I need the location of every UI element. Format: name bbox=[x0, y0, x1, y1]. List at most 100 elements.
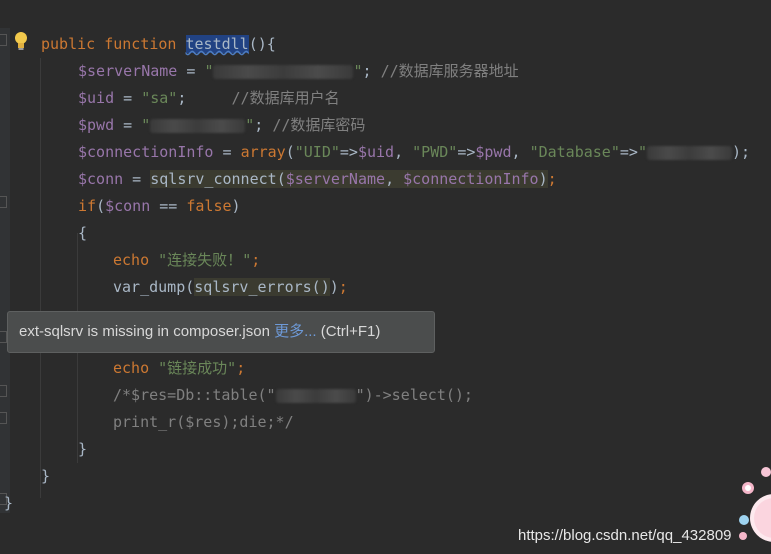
variable: $conn bbox=[105, 197, 151, 215]
code-line[interactable]: echo "连接失败！"; bbox=[113, 247, 260, 274]
keyword: public bbox=[41, 35, 96, 53]
operator: = bbox=[114, 89, 142, 107]
paren: ( bbox=[96, 197, 106, 215]
string-quote: " bbox=[637, 143, 647, 161]
variable: $pwd bbox=[78, 116, 115, 134]
tooltip-more-link[interactable]: 更多... bbox=[274, 323, 317, 340]
fold-marker[interactable] bbox=[0, 331, 7, 343]
paren: (){ bbox=[248, 35, 276, 53]
function-call[interactable]: sqlsrv_errors() bbox=[194, 278, 330, 296]
punct: , bbox=[394, 143, 413, 161]
punct: ; bbox=[251, 251, 261, 269]
string-quote: " bbox=[204, 62, 214, 80]
code-line[interactable]: $serverName = " "; //数据库服务器地址 bbox=[78, 58, 519, 85]
punct: , bbox=[385, 170, 404, 188]
operator: = bbox=[177, 62, 205, 80]
code-line[interactable]: } bbox=[41, 463, 50, 490]
brace: { bbox=[78, 224, 88, 242]
paren: ( bbox=[185, 278, 195, 296]
punct: ; bbox=[338, 278, 348, 296]
code-line[interactable]: $uid = "sa"; //数据库用户名 bbox=[78, 85, 340, 112]
punct: ); bbox=[731, 143, 751, 161]
function-call: array bbox=[240, 143, 286, 161]
punct: ; bbox=[236, 359, 246, 377]
punct: ; bbox=[254, 116, 273, 134]
string: "UID" bbox=[294, 143, 340, 161]
function-call[interactable]: sqlsrv_connect bbox=[150, 170, 276, 188]
inspection-tooltip: ext-sqlsrv is missing in composer.json 更… bbox=[7, 311, 435, 353]
string: "PWD" bbox=[412, 143, 458, 161]
code-editor[interactable]: public function testdll(){ $serverName =… bbox=[10, 28, 771, 554]
comment: //数据库用户名 bbox=[231, 89, 340, 107]
fold-marker[interactable] bbox=[0, 385, 7, 397]
fold-marker[interactable] bbox=[0, 412, 7, 424]
string-quote: " bbox=[353, 62, 363, 80]
string-quote: " bbox=[141, 116, 151, 134]
operator: = bbox=[114, 116, 142, 134]
code-line[interactable]: print_r($res);die;*/ bbox=[113, 409, 294, 436]
code-line[interactable]: } bbox=[78, 436, 87, 463]
keyword: function bbox=[104, 35, 177, 53]
editor-gutter[interactable] bbox=[0, 28, 10, 554]
string-quote: " bbox=[245, 116, 255, 134]
string: "Database" bbox=[529, 143, 620, 161]
code-line[interactable]: if($conn == false) bbox=[78, 193, 241, 220]
variable: $connectionInfo bbox=[403, 170, 539, 188]
paren: ) bbox=[538, 170, 548, 188]
code-line[interactable]: var_dump(sqlsrv_errors()); bbox=[113, 274, 348, 301]
variable: $pwd bbox=[475, 143, 512, 161]
punct: ; bbox=[362, 62, 381, 80]
punct: ; bbox=[177, 89, 232, 107]
fold-marker[interactable] bbox=[0, 196, 7, 208]
redacted-text bbox=[275, 388, 356, 403]
brace: } bbox=[4, 494, 14, 512]
brace: } bbox=[41, 467, 51, 485]
keyword: echo bbox=[113, 359, 150, 377]
operator: => bbox=[619, 143, 638, 161]
code-line[interactable]: $pwd = " "; //数据库密码 bbox=[78, 112, 365, 139]
fold-marker[interactable] bbox=[0, 34, 7, 46]
variable: $serverName bbox=[285, 170, 386, 188]
brace: } bbox=[78, 440, 88, 458]
comment: //数据库服务器地址 bbox=[380, 62, 519, 80]
variable: $serverName bbox=[78, 62, 178, 80]
code-line[interactable]: { bbox=[78, 220, 87, 247]
comment: ")->select(); bbox=[355, 386, 473, 404]
variable: $connectionInfo bbox=[78, 143, 214, 161]
variable: $conn bbox=[78, 170, 124, 188]
operator: = bbox=[213, 143, 241, 161]
comment: /*$res=Db::table(" bbox=[113, 386, 276, 404]
code-line[interactable]: echo "链接成功"; bbox=[113, 355, 245, 382]
redacted-text bbox=[646, 145, 732, 160]
keyword: if bbox=[78, 197, 97, 215]
keyword: false bbox=[186, 197, 232, 215]
punct: , bbox=[511, 143, 530, 161]
string: "连接失败！" bbox=[158, 251, 252, 269]
function-call: var_dump bbox=[113, 278, 186, 296]
redacted-text bbox=[213, 64, 354, 79]
tooltip-shortcut: (Ctrl+F1) bbox=[316, 323, 381, 340]
operator: = bbox=[123, 170, 151, 188]
string: "sa" bbox=[141, 89, 178, 107]
variable: $uid bbox=[357, 143, 395, 161]
anime-sticker-decoration bbox=[739, 467, 771, 542]
indent-guide bbox=[40, 58, 41, 498]
function-name[interactable]: testdll bbox=[185, 35, 249, 53]
paren: ) bbox=[329, 278, 339, 296]
paren: ) bbox=[231, 197, 241, 215]
code-line[interactable]: public function testdll(){ bbox=[41, 31, 276, 58]
code-line[interactable]: $conn = sqlsrv_connect($serverName, $con… bbox=[78, 166, 557, 193]
paren: ( bbox=[285, 143, 295, 161]
editor-top-bar bbox=[0, 0, 771, 28]
variable: $uid bbox=[78, 89, 115, 107]
operator: => bbox=[457, 143, 476, 161]
string: "链接成功" bbox=[158, 359, 237, 377]
punct: ; bbox=[547, 170, 557, 188]
operator: == bbox=[150, 197, 187, 215]
code-line[interactable]: /*$res=Db::table(" ")->select(); bbox=[113, 382, 473, 409]
code-line[interactable]: $connectionInfo = array("UID" => $uid, "PW… bbox=[78, 139, 750, 166]
keyword: echo bbox=[113, 251, 150, 269]
comment: print_r($res);die;*/ bbox=[113, 413, 294, 431]
